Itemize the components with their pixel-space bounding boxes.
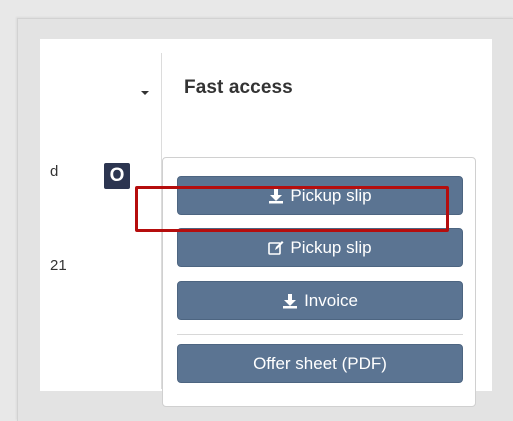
cell-text-partial-top: d bbox=[50, 163, 59, 180]
edit-icon bbox=[268, 240, 284, 256]
pickup-slip-download-button[interactable]: Pickup slip bbox=[177, 176, 463, 215]
download-icon bbox=[268, 188, 284, 204]
button-label: Pickup slip bbox=[290, 237, 372, 257]
orders-table-panel: Fast access d 21 O Pickup slip Pickup sl… bbox=[40, 39, 492, 407]
invoice-download-button[interactable]: Invoice bbox=[177, 281, 463, 320]
download-icon bbox=[282, 293, 298, 309]
button-label: Invoice bbox=[304, 290, 358, 310]
table-header-row: Fast access bbox=[40, 39, 492, 135]
divider bbox=[177, 334, 463, 335]
status-badge: O bbox=[104, 163, 130, 189]
cell-text-partial-bottom: 21 bbox=[50, 257, 67, 274]
table-frame: Fast access d 21 O Pickup slip Pickup sl… bbox=[17, 18, 513, 421]
offer-sheet-pdf-button[interactable]: Offer sheet (PDF) bbox=[177, 344, 463, 383]
pickup-slip-edit-button[interactable]: Pickup slip bbox=[177, 228, 463, 267]
button-label: Pickup slip bbox=[290, 185, 372, 205]
fast-access-header: Fast access bbox=[184, 77, 293, 98]
sort-caret-icon[interactable] bbox=[141, 91, 149, 95]
button-label: Offer sheet (PDF) bbox=[253, 353, 387, 373]
fast-access-box: Pickup slip Pickup slip Invoice Offer sh… bbox=[162, 157, 476, 407]
